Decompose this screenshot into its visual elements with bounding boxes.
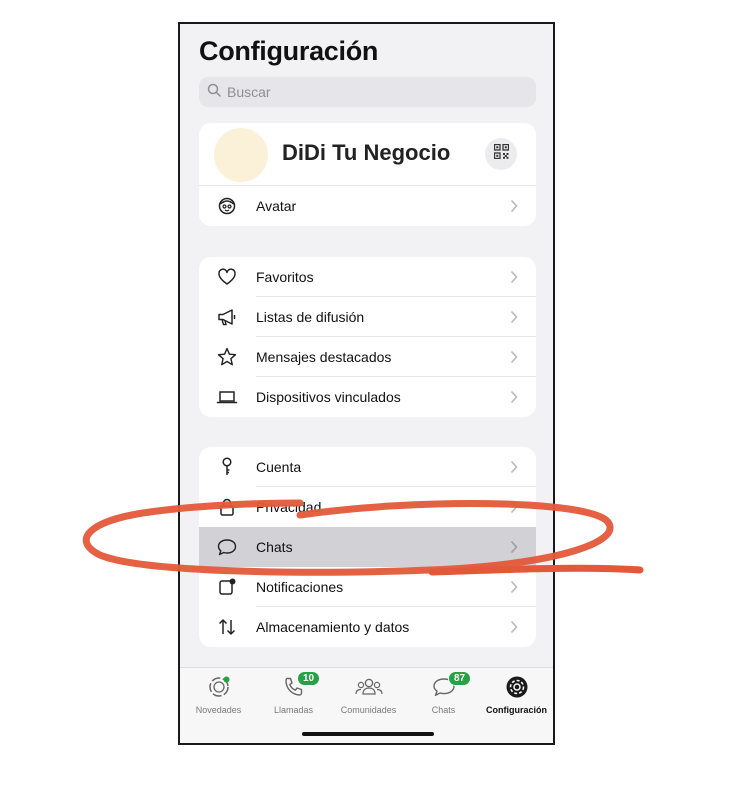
- profile-card: DiDi Tu Negocio Avatar: [199, 123, 536, 226]
- settings-row-notificaciones[interactable]: Notificaciones: [199, 567, 536, 607]
- qr-code-button[interactable]: [485, 138, 517, 170]
- qr-code-icon: [493, 143, 509, 164]
- tab-label: Chats: [431, 705, 456, 715]
- chevron-right-icon: [510, 199, 518, 213]
- profile-name: DiDi Tu Negocio: [282, 140, 451, 165]
- row-label: Privacidad: [256, 499, 322, 515]
- chats-badge: 87: [448, 671, 472, 686]
- up-down-arrows-icon: [216, 616, 238, 638]
- tab-comunidades[interactable]: Comunidades: [331, 676, 406, 715]
- heart-icon: [216, 266, 238, 288]
- people-icon: [354, 675, 384, 704]
- row-label: Mensajes destacados: [256, 349, 392, 365]
- profile-row[interactable]: DiDi Tu Negocio: [199, 123, 536, 186]
- settings-group-2: Favoritos Listas de difusión Mensajes de…: [199, 257, 536, 417]
- row-label: Chats: [256, 539, 293, 555]
- search-icon: [207, 83, 221, 102]
- tab-label: Novedades: [195, 705, 242, 715]
- settings-row-almacenamiento[interactable]: Almacenamiento y datos: [199, 607, 536, 647]
- settings-row-dispositivos[interactable]: Dispositivos vinculados: [199, 377, 536, 417]
- settings-row-chats[interactable]: Chats: [199, 527, 536, 567]
- row-label: Favoritos: [256, 269, 314, 285]
- chevron-right-icon: [510, 540, 518, 554]
- page-title: Configuración: [199, 36, 379, 66]
- chevron-right-icon: [510, 620, 518, 634]
- avatar[interactable]: [214, 128, 268, 182]
- tab-llamadas[interactable]: 10 Llamadas: [256, 671, 331, 715]
- key-icon: [216, 456, 238, 478]
- row-label: Dispositivos vinculados: [256, 389, 401, 405]
- tab-label: Llamadas: [273, 705, 314, 715]
- star-icon: [216, 346, 238, 368]
- avatar-face-icon: [216, 195, 238, 217]
- chevron-right-icon: [510, 390, 518, 404]
- laptop-icon: [216, 386, 238, 408]
- megaphone-icon: [216, 306, 238, 328]
- settings-row-avatar[interactable]: Avatar: [199, 186, 536, 226]
- row-label: Cuenta: [256, 459, 302, 475]
- settings-row-privacidad[interactable]: Privacidad: [199, 487, 536, 527]
- settings-row-cuenta[interactable]: Cuenta: [199, 447, 536, 487]
- home-indicator: [302, 732, 434, 736]
- tab-chats[interactable]: 87 Chats: [406, 671, 481, 715]
- settings-row-listas[interactable]: Listas de difusión: [199, 297, 536, 337]
- chevron-right-icon: [510, 580, 518, 594]
- row-label: Listas de difusión: [256, 309, 365, 325]
- tab-label: Configuración: [486, 705, 547, 715]
- chevron-right-icon: [510, 500, 518, 514]
- tab-configuracion[interactable]: Configuración: [479, 674, 553, 715]
- gear-icon: [504, 674, 530, 705]
- search-input[interactable]: Buscar: [199, 77, 536, 107]
- row-label: Notificaciones: [256, 579, 344, 595]
- llamadas-badge: 10: [297, 671, 321, 686]
- tab-label: Comunidades: [340, 705, 397, 715]
- settings-row-destacados[interactable]: Mensajes destacados: [199, 337, 536, 377]
- row-label: Almacenamiento y datos: [256, 619, 410, 635]
- tab-novedades[interactable]: Novedades: [181, 676, 256, 715]
- bell-icon: [216, 576, 238, 598]
- lock-icon: [216, 496, 238, 518]
- chevron-right-icon: [510, 460, 518, 474]
- settings-row-favoritos[interactable]: Favoritos: [199, 257, 536, 297]
- chevron-right-icon: [510, 310, 518, 324]
- row-label: Avatar: [256, 198, 297, 214]
- status-ring-icon: [206, 674, 232, 705]
- settings-group-3: Cuenta Privacidad Chats Notificaciones A…: [199, 447, 536, 647]
- search-placeholder: Buscar: [227, 84, 271, 100]
- chevron-right-icon: [510, 270, 518, 284]
- chat-bubble-icon: [216, 536, 238, 558]
- phone-screen: Configuración Buscar DiDi Tu Negocio Ava…: [178, 22, 555, 745]
- chevron-right-icon: [510, 350, 518, 364]
